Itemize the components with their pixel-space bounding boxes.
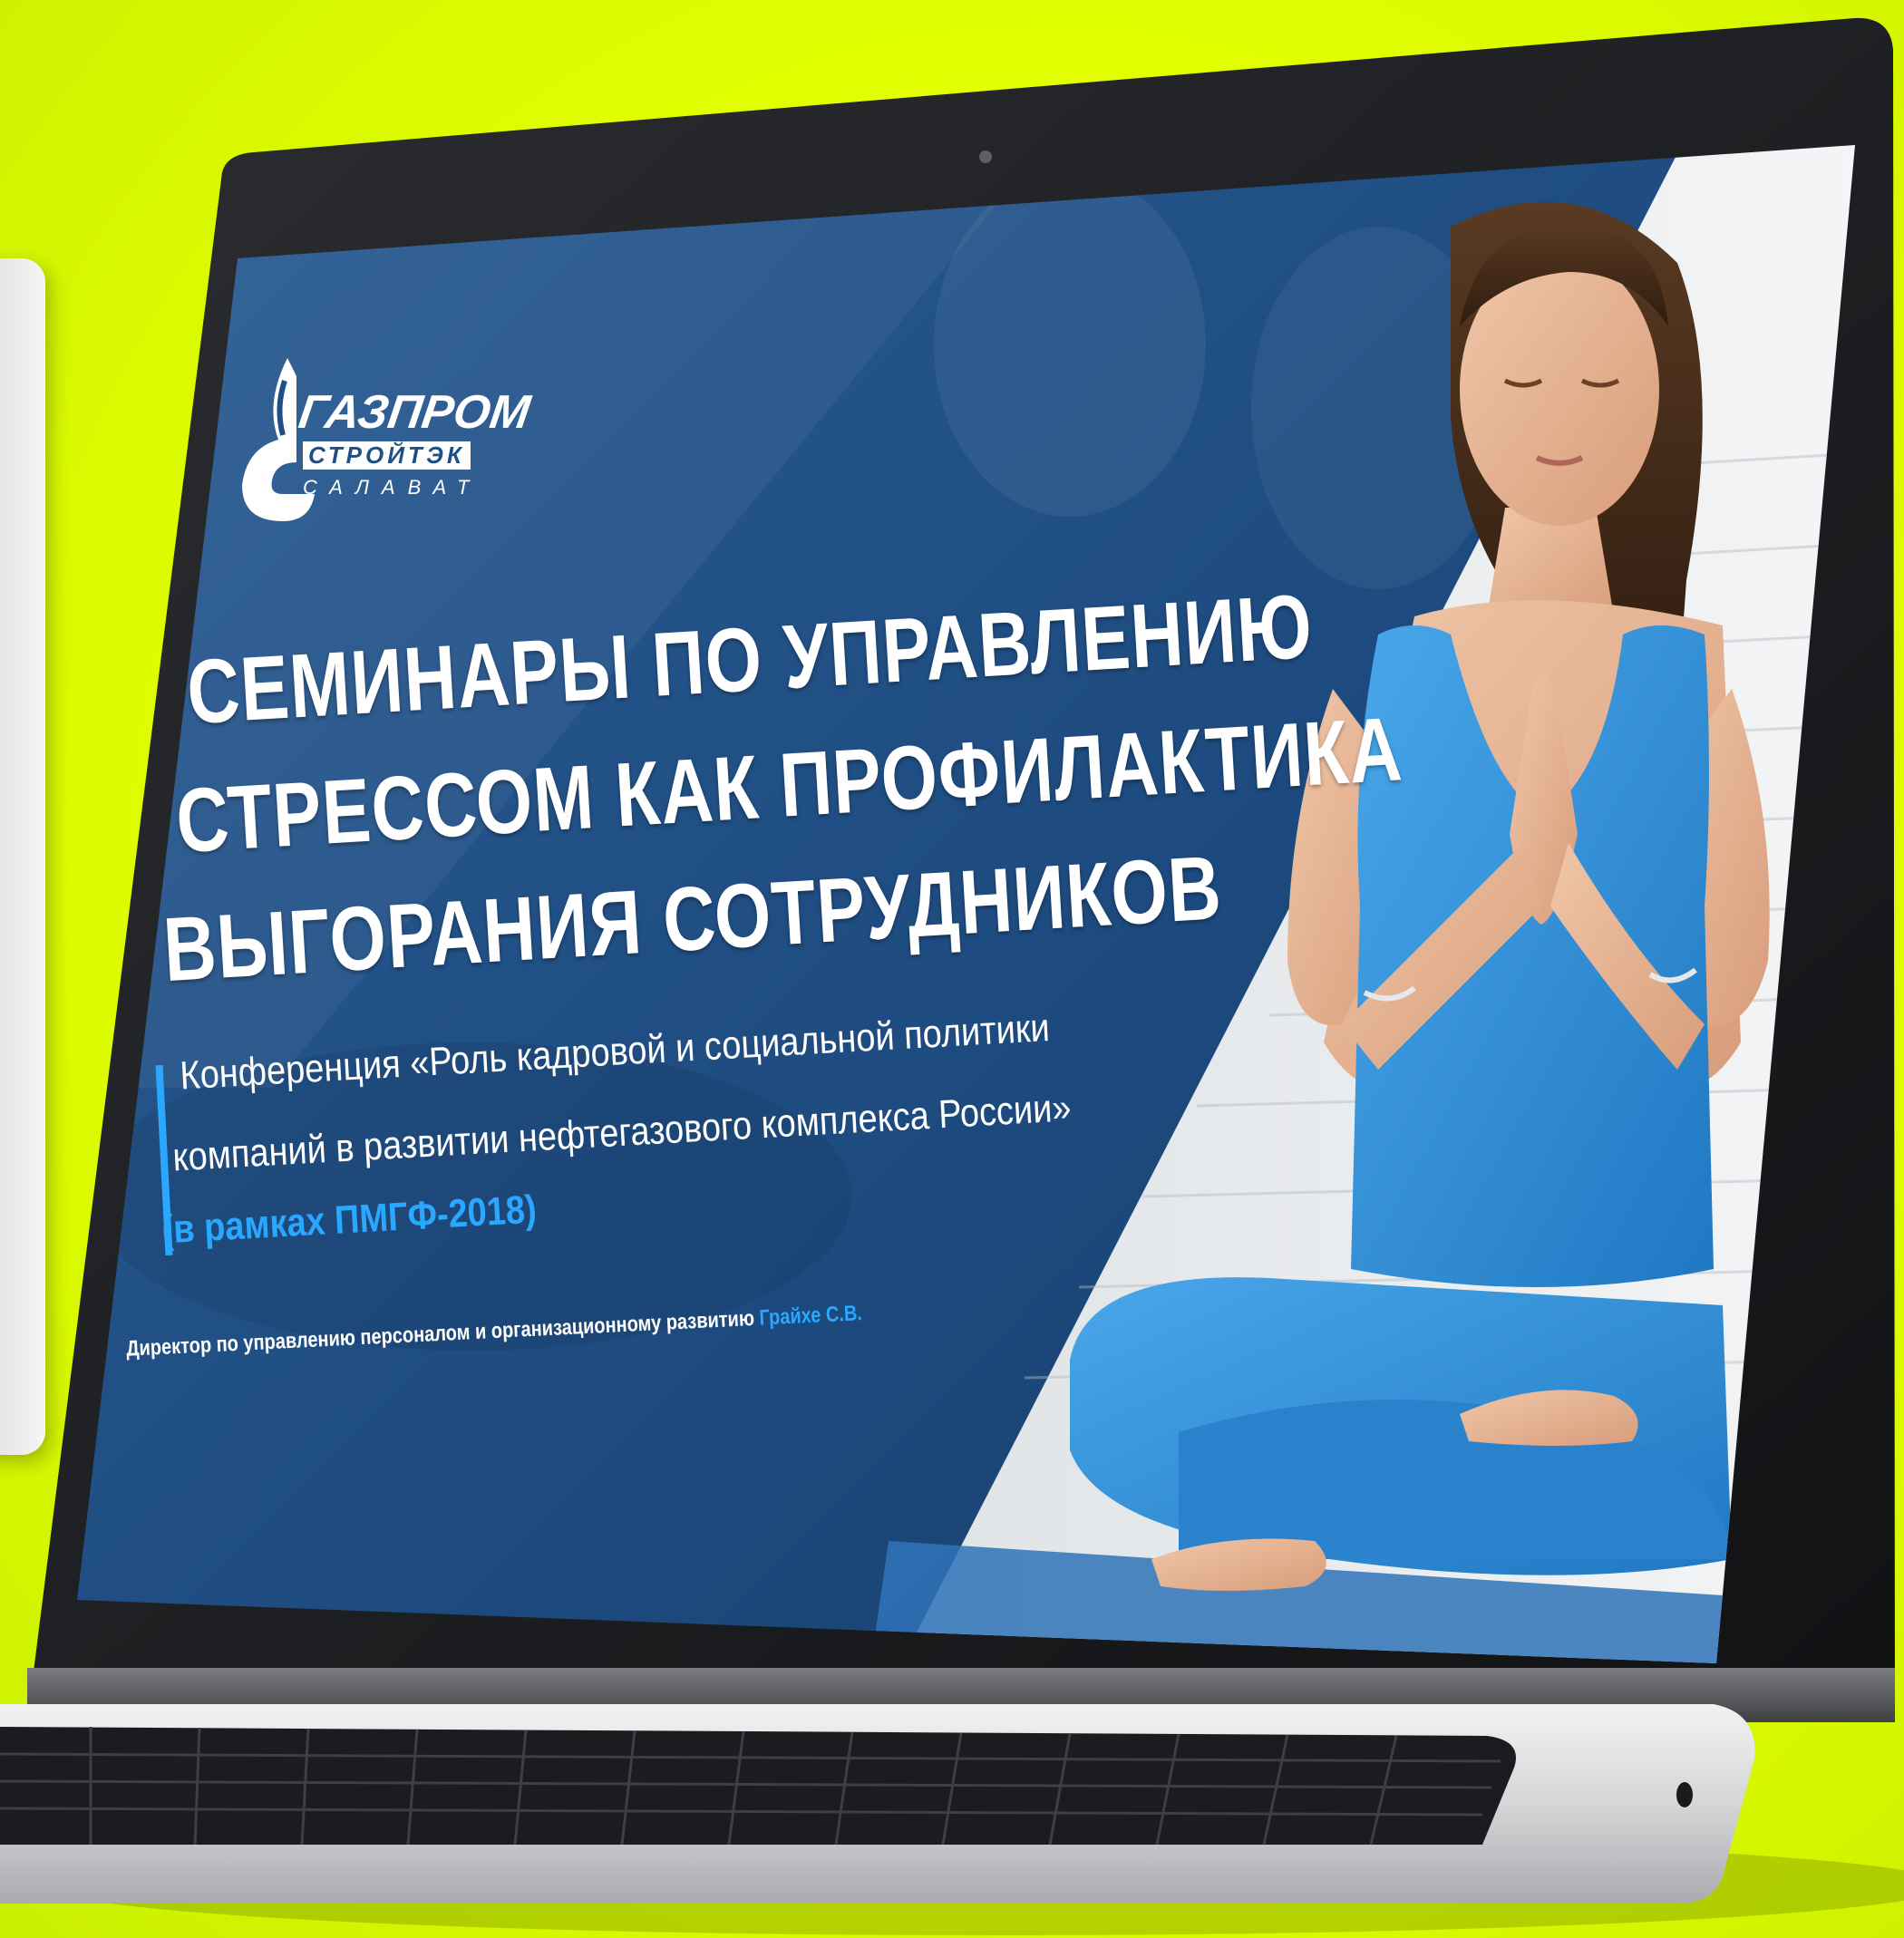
- flame-logo-icon: [242, 358, 315, 521]
- gazprom-logo: ГАЗПРОМ СТРОЙТЭК САЛАВАТ: [228, 349, 533, 530]
- logo-line-2: СТРОЙТЭК: [303, 441, 471, 470]
- scene: ГАЗПРОМ СТРОЙТЭК САЛАВАТ СЕМИНАРЫ ПО УПР…: [0, 0, 1904, 1938]
- logo-line-3: САЛАВАТ: [303, 476, 482, 499]
- logo-line-1: ГАЗПРОМ: [295, 386, 534, 439]
- director-name: Грайхе С.В.: [758, 1301, 863, 1331]
